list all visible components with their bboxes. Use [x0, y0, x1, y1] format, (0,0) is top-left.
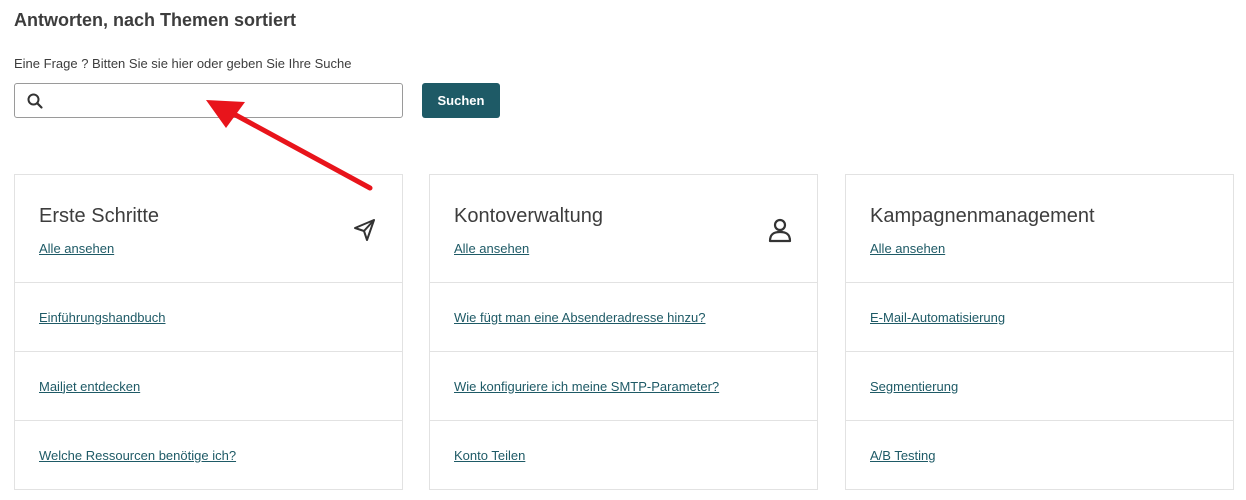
- topic-link[interactable]: Wie fügt man eine Absenderadresse hinzu?: [454, 310, 706, 325]
- list-item: Wie fügt man eine Absenderadresse hinzu?: [430, 283, 817, 352]
- paper-plane-icon: [350, 215, 380, 245]
- user-icon: [765, 215, 795, 245]
- search-button[interactable]: Suchen: [422, 83, 500, 118]
- topic-cards: Erste Schritte Alle ansehen Einführungsh…: [14, 174, 1234, 490]
- list-item: Wie konfiguriere ich meine SMTP-Paramete…: [430, 352, 817, 421]
- card-title: Kontoverwaltung: [454, 205, 603, 227]
- list-item: Welche Ressourcen benötige ich?: [15, 421, 402, 490]
- list-item: Segmentierung: [846, 352, 1233, 421]
- topic-link[interactable]: A/B Testing: [870, 448, 936, 463]
- card-erste-schritte: Erste Schritte Alle ansehen Einführungsh…: [14, 174, 403, 490]
- topic-link[interactable]: E-Mail-Automatisierung: [870, 310, 1005, 325]
- card-kontoverwaltung: Kontoverwaltung Alle ansehen Wie fügt ma…: [429, 174, 818, 490]
- search-input[interactable]: [55, 85, 402, 116]
- view-all-link[interactable]: Alle ansehen: [39, 241, 114, 256]
- card-kampagnenmanagement: Kampagnenmanagement Alle ansehen E-Mail-…: [845, 174, 1234, 490]
- card-header: Kontoverwaltung Alle ansehen: [430, 175, 817, 283]
- topic-link[interactable]: Welche Ressourcen benötige ich?: [39, 448, 236, 463]
- list-item: Einführungshandbuch: [15, 283, 402, 352]
- search-label: Eine Frage ? Bitten Sie sie hier oder ge…: [14, 56, 352, 71]
- topic-link[interactable]: Mailjet entdecken: [39, 379, 140, 394]
- topic-link[interactable]: Wie konfiguriere ich meine SMTP-Paramete…: [454, 379, 719, 394]
- topic-link[interactable]: Segmentierung: [870, 379, 958, 394]
- list-item: E-Mail-Automatisierung: [846, 283, 1233, 352]
- list-item: Konto Teilen: [430, 421, 817, 490]
- page-title: Antworten, nach Themen sortiert: [14, 10, 297, 30]
- card-title: Kampagnenmanagement: [870, 205, 1095, 227]
- card-header: Erste Schritte Alle ansehen: [15, 175, 402, 283]
- list-item: A/B Testing: [846, 421, 1233, 490]
- topic-link[interactable]: Einführungshandbuch: [39, 310, 166, 325]
- list-item: Mailjet entdecken: [15, 352, 402, 421]
- card-title: Erste Schritte: [39, 205, 160, 227]
- topic-link[interactable]: Konto Teilen: [454, 448, 525, 463]
- view-all-link[interactable]: Alle ansehen: [870, 241, 945, 256]
- search-box[interactable]: [14, 83, 403, 118]
- search-icon: [15, 84, 55, 117]
- card-header: Kampagnenmanagement Alle ansehen: [846, 175, 1233, 283]
- view-all-link[interactable]: Alle ansehen: [454, 241, 529, 256]
